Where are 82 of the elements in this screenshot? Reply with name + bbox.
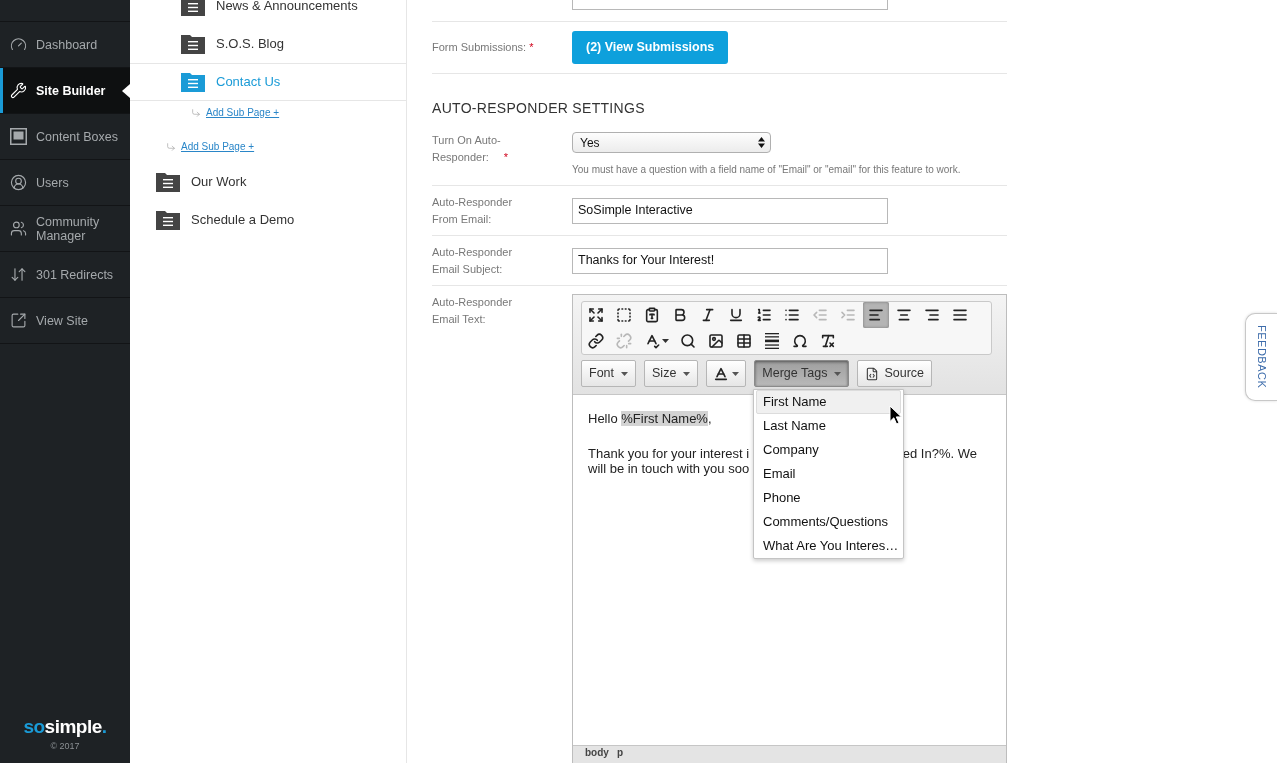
- dashed-square-icon: [616, 307, 632, 323]
- horizontal-lines-icon: [764, 333, 780, 349]
- gauge-icon: [10, 36, 27, 53]
- menu-item[interactable]: Company: [756, 438, 901, 462]
- italic-icon: [700, 307, 716, 323]
- field-label: Auto-Responder Email Subject:: [432, 244, 513, 277]
- add-sub-page-link[interactable]: Add Sub Page +: [206, 107, 280, 119]
- omega-icon: [792, 333, 808, 349]
- required-asterisk: *: [529, 41, 534, 53]
- help-text: You must have a question with a field name of "Email" or "email" for this feature to work.: [572, 163, 961, 177]
- search-icon: [680, 333, 696, 349]
- menu-item[interactable]: Email: [756, 462, 901, 486]
- body-text: will be in touch with you soo: [588, 461, 750, 476]
- element-path-item[interactable]: body: [585, 747, 609, 758]
- unlink-icon: [616, 333, 632, 349]
- select-field[interactable]: Yes: [572, 132, 771, 153]
- group-icon: [10, 220, 27, 237]
- add-sub-page-link[interactable]: Add Sub Page +: [181, 141, 255, 153]
- page-tree-item[interactable]: News & Announcements: [130, 0, 406, 25]
- feedback-tab[interactable]: FEEDBACK: [1245, 313, 1277, 401]
- underline-icon: [728, 307, 744, 323]
- maximize-icon: [588, 307, 604, 323]
- caret-icon: [621, 371, 628, 376]
- page-tree-item[interactable]: Our Work: [130, 163, 406, 201]
- image-icon: [708, 333, 724, 349]
- folder-icon: [181, 72, 205, 92]
- sidebar-item[interactable]: Site Builder: [0, 67, 130, 113]
- code-file-icon: [865, 366, 880, 381]
- align-right-icon: [924, 307, 940, 323]
- text-input[interactable]: Thanks for Your Interest!: [572, 247, 888, 274]
- clipboard-icon: [644, 307, 660, 323]
- numbered-list-icon: [756, 307, 772, 323]
- required-asterisk: *: [503, 151, 508, 163]
- remove-format-icon: [820, 333, 836, 349]
- toolbar-button[interactable]: [863, 302, 889, 328]
- menu-item[interactable]: What Are You Interes…: [756, 534, 901, 558]
- up-down-arrows-icon: [758, 137, 765, 148]
- dropdown-button[interactable]: Font: [581, 360, 636, 387]
- user-icon: [10, 174, 27, 191]
- table-icon: [736, 333, 752, 349]
- text-color-icon: [713, 365, 730, 382]
- indent-icon: [840, 307, 856, 323]
- dropdown-button[interactable]: Size: [644, 360, 699, 387]
- section-heading: AUTO-RESPONDER SETTINGS: [432, 99, 645, 118]
- greeting-text: Hello %First Name%,: [588, 411, 712, 426]
- menu-item[interactable]: Comments/Questions: [756, 510, 901, 534]
- dropdown-button[interactable]: Merge Tags: [754, 360, 850, 387]
- caret-icon: [661, 339, 669, 343]
- align-center-icon: [896, 307, 912, 323]
- caret-icon: [683, 371, 691, 376]
- align-justify-icon: [952, 307, 968, 323]
- menu-item[interactable]: Phone: [756, 486, 901, 510]
- text-color-button[interactable]: [706, 360, 747, 387]
- element-path-item[interactable]: p: [616, 747, 623, 758]
- external-link-icon: [10, 312, 27, 329]
- wrench-icon: [10, 82, 27, 99]
- field-label: Form Submissions:: [432, 40, 527, 55]
- return-arrow-icon: [166, 142, 176, 152]
- text-input[interactable]: SoSimple Interactive: [572, 197, 888, 224]
- body-text: Thank you for your interest i: [588, 446, 750, 461]
- caret-icon: [834, 371, 842, 376]
- return-arrow-icon: [191, 108, 201, 118]
- outdent-icon: [812, 307, 828, 323]
- bulleted-list-icon: [784, 307, 800, 323]
- link-icon: [588, 333, 604, 349]
- field-label: Auto-Responder From Email:: [432, 194, 513, 227]
- menu-item[interactable]: First Name: [756, 390, 901, 414]
- source-button[interactable]: Source: [857, 360, 933, 387]
- panel-icon: [10, 128, 27, 145]
- folder-icon: [156, 172, 180, 192]
- page-tree-item[interactable]: Schedule a Demo: [130, 201, 406, 239]
- folder-icon: [156, 210, 180, 230]
- copyright-text: © 2017: [50, 740, 80, 752]
- up-down-arrows-icon: [10, 266, 27, 283]
- folder-icon: [181, 34, 205, 54]
- caret-icon: [732, 371, 740, 376]
- bold-icon: [672, 307, 688, 323]
- field-label: Auto-Responder Email Text:: [432, 295, 513, 327]
- field-label: Turn On Auto- Responder:: [432, 133, 501, 165]
- logo: sosimple.: [23, 716, 107, 738]
- page-tree-item[interactable]: S.O.S. Blog: [130, 25, 406, 63]
- align-left-icon: [868, 307, 884, 323]
